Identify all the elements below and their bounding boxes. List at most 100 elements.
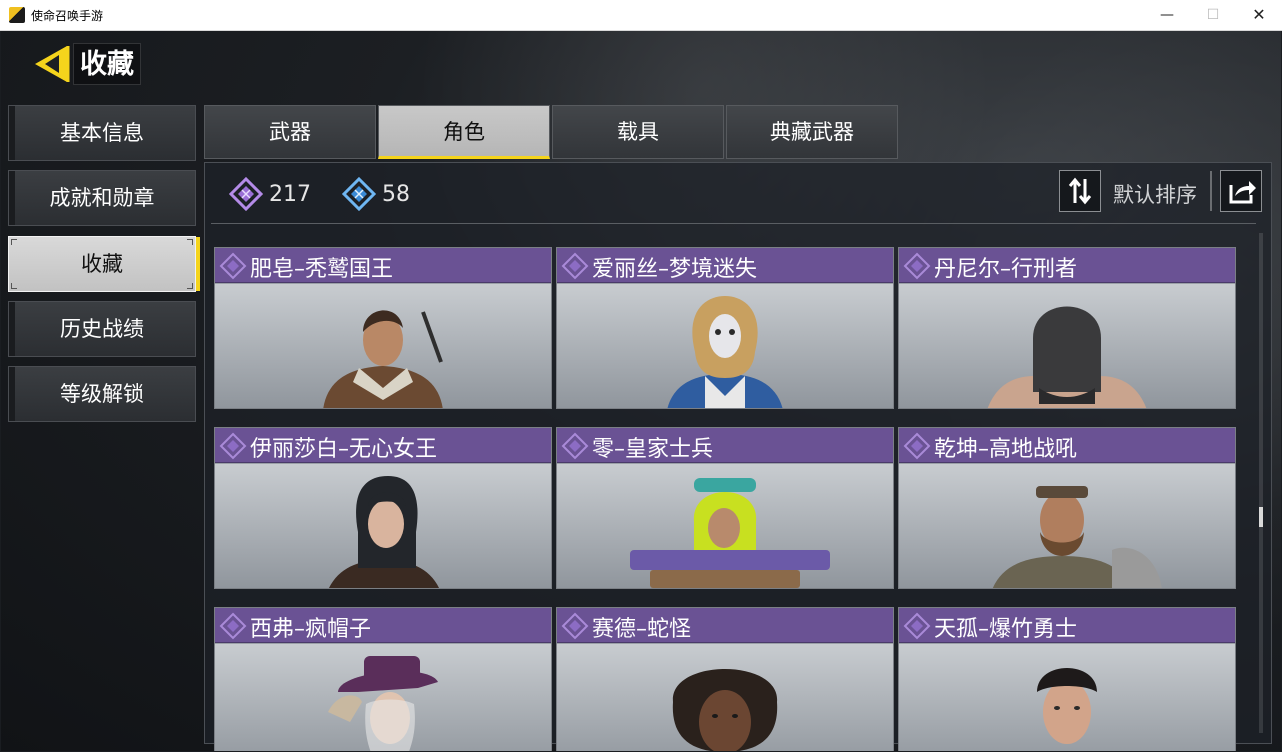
card-header: 伊丽莎白–无心女王 (215, 428, 551, 463)
sidebar-item-label: 基本信息 (60, 121, 144, 145)
tab-legendary-weapons[interactable]: 典藏武器 (726, 105, 898, 159)
character-portrait-area (215, 284, 551, 408)
character-name: 肥皂–秃鹫国王 (250, 257, 394, 282)
back-button[interactable] (31, 42, 71, 86)
sidebar-item-basic-info[interactable]: 基本信息 (8, 105, 196, 161)
blue-diamond-icon (342, 177, 376, 211)
character-card[interactable]: 爱丽丝–梦境迷失 (556, 247, 894, 409)
scrollbar-thumb[interactable] (1259, 507, 1263, 527)
character-name: 伊丽莎白–无心女王 (250, 437, 438, 462)
character-portrait-area (215, 464, 551, 588)
character-portrait-area (899, 284, 1235, 408)
game-viewport: 收藏 基本信息 成就和勋章 收藏 历史战绩 等级解锁 武器 角色 载具 典藏武器 (1, 31, 1281, 751)
character-card[interactable]: 零–皇家士兵 (556, 427, 894, 589)
sort-label[interactable]: 默认排序 (1113, 179, 1197, 209)
card-header: 零–皇家士兵 (557, 428, 893, 463)
rarity-diamond-icon (219, 612, 247, 640)
character-card[interactable]: 伊丽莎白–无心女王 (214, 427, 552, 589)
share-button[interactable] (1220, 170, 1262, 212)
tab-label: 典藏武器 (770, 120, 854, 144)
sidebar-item-label: 成就和勋章 (49, 186, 155, 210)
card-header: 天孤–爆竹勇士 (899, 608, 1235, 643)
corner-bracket (11, 239, 17, 245)
purple-count-value: 217 (269, 181, 311, 207)
character-name: 爱丽丝–梦境迷失 (592, 257, 758, 282)
toolbar-divider (211, 223, 1256, 224)
character-name: 丹尼尔–行刑者 (934, 257, 1078, 282)
rarity-diamond-icon (561, 612, 589, 640)
rarity-diamond-icon (903, 612, 931, 640)
character-card[interactable]: 西弗–疯帽子 (214, 607, 552, 751)
card-header: 西弗–疯帽子 (215, 608, 551, 643)
character-portrait (329, 476, 439, 588)
character-card[interactable]: 天孤–爆竹勇士 (898, 607, 1236, 751)
rarity-diamond-icon (219, 252, 247, 280)
sidebar-item-label: 等级解锁 (60, 382, 144, 406)
character-portrait (630, 478, 830, 588)
sort-button[interactable] (1059, 170, 1101, 212)
character-name: 零–皇家士兵 (592, 437, 714, 462)
character-portrait-area (557, 464, 893, 588)
corner-bracket (187, 239, 193, 245)
tab-vehicles[interactable]: 载具 (552, 105, 724, 159)
character-portrait (328, 656, 438, 751)
rarity-diamond-icon (903, 252, 931, 280)
card-header: 爱丽丝–梦境迷失 (557, 248, 893, 283)
character-portrait (1037, 668, 1097, 744)
blue-count-value: 58 (382, 181, 410, 207)
back-arrow-icon (35, 46, 70, 82)
character-card[interactable]: 丹尼尔–行刑者 (898, 247, 1236, 409)
scrollbar[interactable] (1259, 233, 1263, 733)
app-logo-icon (9, 7, 25, 23)
blue-count-stat: 58 (342, 177, 410, 211)
tab-label: 角色 (443, 120, 485, 144)
character-portrait (323, 310, 443, 408)
rarity-diamond-icon (903, 432, 931, 460)
character-card[interactable]: 乾坤–高地战吼 (898, 427, 1236, 589)
tab-label: 载具 (617, 120, 659, 144)
purple-count-stat: 217 (229, 177, 311, 211)
minimize-button[interactable]: — (1144, 0, 1190, 31)
sidebar-item-level-unlock[interactable]: 等级解锁 (8, 366, 196, 422)
character-portrait-area (899, 464, 1235, 588)
window-title: 使命召唤手游 (31, 9, 104, 23)
character-portrait (672, 669, 778, 751)
sidebar-item-achievements[interactable]: 成就和勋章 (8, 170, 196, 226)
character-portrait (987, 306, 1147, 408)
tab-weapons[interactable]: 武器 (204, 105, 376, 159)
rarity-diamond-icon (561, 432, 589, 460)
character-portrait-area (557, 644, 893, 751)
character-portrait-area (557, 284, 893, 408)
corner-bracket (187, 283, 193, 289)
tab-characters[interactable]: 角色 (378, 105, 550, 159)
sidebar-item-label: 收藏 (81, 252, 123, 276)
divider (1210, 171, 1212, 211)
character-portrait (667, 296, 783, 408)
sidebar-item-label: 历史战绩 (60, 317, 144, 341)
card-header: 丹尼尔–行刑者 (899, 248, 1235, 283)
character-name: 乾坤–高地战吼 (934, 437, 1078, 462)
sidebar-item-history[interactable]: 历史战绩 (8, 301, 196, 357)
window-titlebar: 使命召唤手游 — ☐ ✕ (0, 0, 1282, 31)
character-card[interactable]: 赛德–蛇怪 (556, 607, 894, 751)
sidebar-item-collection[interactable]: 收藏 (8, 236, 200, 292)
rarity-diamond-icon (561, 252, 589, 280)
character-portrait (992, 486, 1162, 588)
character-name: 天孤–爆竹勇士 (934, 617, 1078, 642)
card-header: 乾坤–高地战吼 (899, 428, 1235, 463)
character-name: 赛德–蛇怪 (592, 617, 692, 642)
maximize-button[interactable]: ☐ (1190, 0, 1236, 31)
corner-bracket (11, 283, 17, 289)
character-name: 西弗–疯帽子 (250, 617, 372, 642)
tab-label: 武器 (269, 120, 311, 144)
purple-diamond-icon (229, 177, 263, 211)
share-icon (1229, 181, 1256, 204)
rarity-diamond-icon (219, 432, 247, 460)
close-button[interactable]: ✕ (1236, 0, 1282, 31)
character-portrait-area (215, 644, 551, 751)
sort-arrows-icon (1068, 177, 1092, 205)
card-header: 肥皂–秃鹫国王 (215, 248, 551, 283)
character-card[interactable]: 肥皂–秃鹫国王 (214, 247, 552, 409)
page-title: 收藏 (73, 43, 141, 85)
character-portrait-area (899, 644, 1235, 751)
